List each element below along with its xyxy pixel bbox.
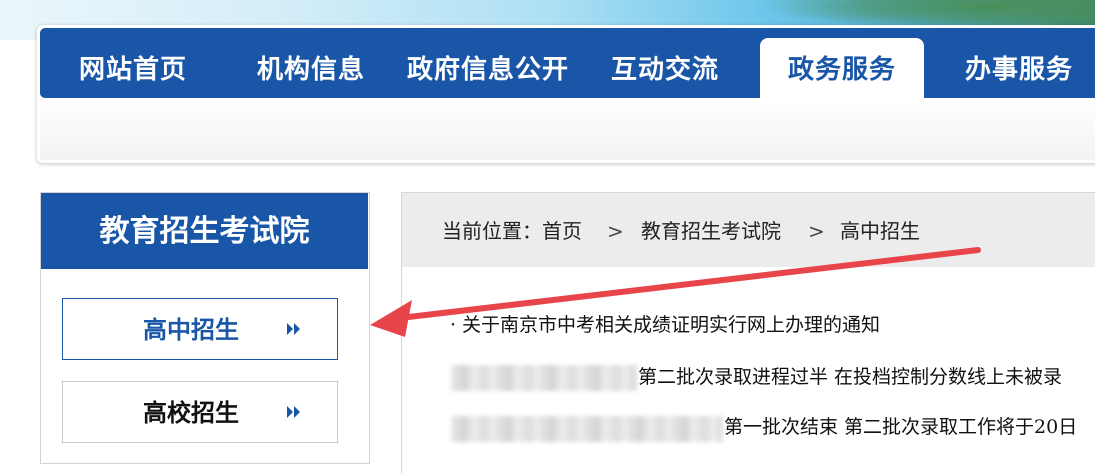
- news-title: 关于南京市中考相关成绩证明实行网上办理的通知: [462, 314, 881, 336]
- blurred-text: [451, 416, 723, 442]
- blurred-text: [451, 365, 637, 391]
- sidebar-item-college-admission[interactable]: 高校招生: [62, 381, 338, 443]
- nav-item-home[interactable]: 网站首页: [52, 28, 214, 98]
- breadcrumb: 当前位置：首页 > 教育招生考试院 > 高中招生: [402, 193, 1095, 267]
- breadcrumb-separator: >: [607, 219, 624, 243]
- double-chevron-right-icon: [287, 406, 300, 418]
- nav-item-org-info[interactable]: 机构信息: [230, 28, 392, 98]
- nav-item-interaction[interactable]: 互动交流: [584, 28, 746, 98]
- nav-item-gov-service[interactable]: 政务服务: [760, 38, 924, 98]
- news-item[interactable]: · 关于南京市中考相关成绩证明实行网上办理的通知: [450, 310, 880, 340]
- sidebar-title: 教育招生考试院: [41, 193, 368, 269]
- sub-nav-area: [40, 98, 1095, 160]
- sidebar-item-high-school-admission[interactable]: 高中招生: [62, 298, 338, 360]
- news-title: 第一批次结束 第二批次录取工作将于20日: [724, 416, 1078, 438]
- breadcrumb-exam-institute[interactable]: 教育招生考试院: [641, 193, 781, 269]
- breadcrumb-home[interactable]: 当前位置：首页: [442, 193, 582, 269]
- nav-item-gov-info[interactable]: 政府信息公开: [398, 28, 578, 98]
- breadcrumb-separator: >: [808, 219, 825, 243]
- sidebar-item-label: 高校招生: [143, 399, 239, 427]
- breadcrumb-current: 高中招生: [840, 219, 920, 243]
- news-item[interactable]: 第一批次结束 第二批次录取工作将于20日: [724, 412, 1077, 442]
- news-item[interactable]: 第二批次录取进程过半 在投档控制分数线上未被录: [638, 362, 1062, 392]
- news-bullet: ·: [450, 314, 457, 336]
- news-title: 第二批次录取进程过半 在投档控制分数线上未被录: [638, 366, 1063, 388]
- double-chevron-right-icon: [287, 323, 300, 335]
- nav-item-affairs-service[interactable]: 办事服务: [938, 28, 1095, 98]
- sidebar-item-label: 高中招生: [143, 316, 239, 344]
